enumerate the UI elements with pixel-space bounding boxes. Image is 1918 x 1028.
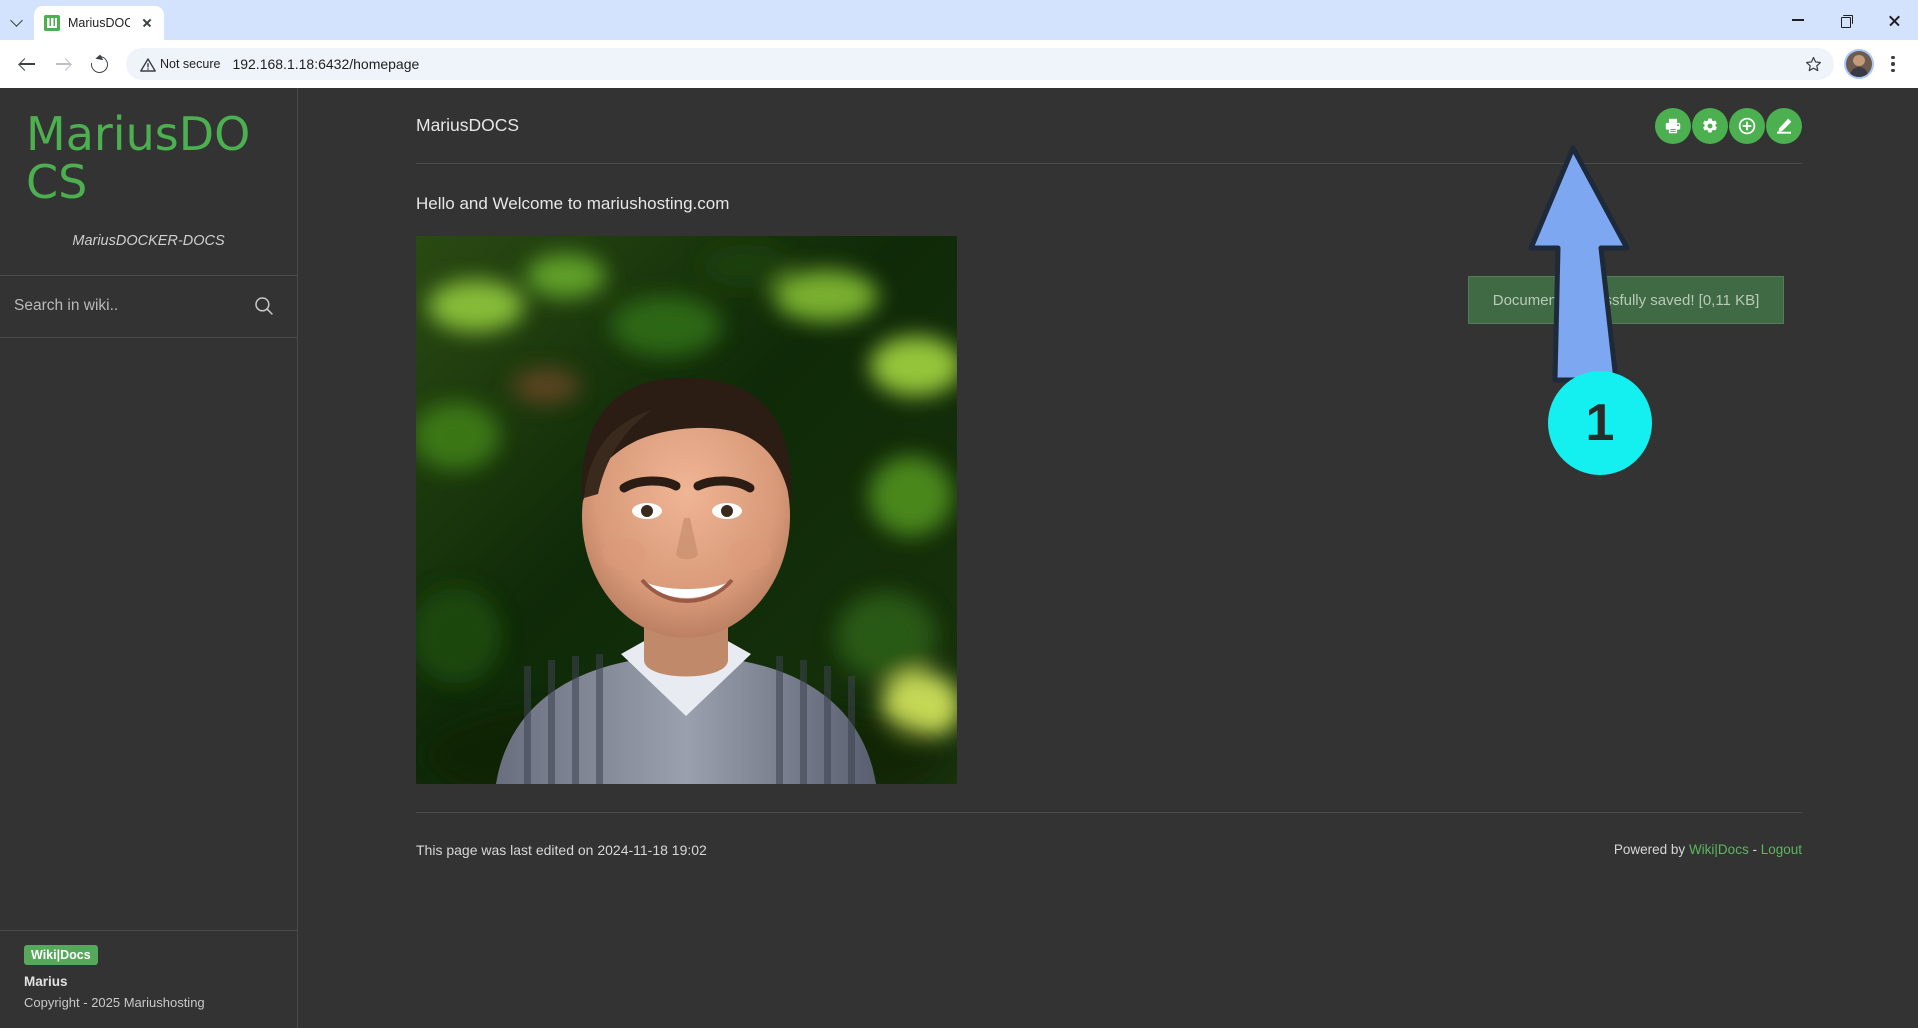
tab-title: MariusDOCS — [68, 16, 130, 30]
footer-separator: - — [1748, 842, 1761, 857]
browser-window: MariusDOCS Not secure 192.168.1.18:6432/… — [0, 0, 1918, 1028]
gear-icon — [1703, 117, 1717, 133]
sidebar-brand-block: MariusDOCS MariusDOCKER-DOCS — [0, 88, 297, 276]
settings-button[interactable] — [1692, 107, 1728, 144]
wikidocs-favicon — [44, 15, 60, 31]
plus-circle-icon — [1738, 117, 1756, 134]
star-icon — [1805, 56, 1821, 71]
document-paragraph: Hello and Welcome to mariushosting.com — [416, 194, 730, 213]
sidebar-footer: Wiki|Docs Marius Copyright - 2025 Marius… — [0, 930, 297, 1028]
print-button[interactable] — [1655, 107, 1691, 144]
forward-arrow-icon — [55, 56, 72, 73]
close-icon[interactable] — [138, 14, 156, 32]
minimize-icon — [1792, 19, 1804, 21]
tab-search-button[interactable] — [0, 0, 34, 40]
document-image — [416, 236, 957, 784]
document-footer: This page was last edited on 2024-11-18 … — [416, 812, 1802, 886]
close-window-button[interactable] — [1870, 0, 1918, 40]
sidebar-brand-title[interactable]: MariusDOCS — [26, 110, 271, 207]
page-title: MariusDOCS — [416, 115, 520, 135]
back-button[interactable] — [10, 47, 44, 81]
pencil-icon — [1776, 118, 1792, 134]
close-window-icon — [1888, 14, 1901, 27]
wiki-sidebar: MariusDOCS MariusDOCKER-DOCS Wiki|Docs M… — [0, 88, 298, 1028]
page-content: MariusDOCS MariusDOCKER-DOCS Wiki|Docs M… — [0, 88, 1918, 1028]
wikidocs-badge: Wiki|Docs — [24, 945, 98, 965]
bookmark-button[interactable] — [1798, 49, 1828, 79]
browser-titlebar: MariusDOCS — [0, 0, 1918, 40]
printer-icon — [1665, 118, 1681, 133]
logout-link[interactable]: Logout — [1761, 842, 1802, 857]
main-content: MariusDOCS Hello and Welcome to mariusho… — [298, 88, 1918, 1028]
edit-button[interactable] — [1766, 107, 1802, 144]
sidebar-nav-area — [0, 338, 297, 930]
sidebar-subtitle: MariusDOCKER-DOCS — [72, 232, 225, 249]
three-dots-menu-icon[interactable] — [1878, 47, 1908, 81]
reload-button[interactable] — [82, 47, 116, 81]
browser-toolbar: Not secure 192.168.1.18:6432/homepage — [0, 40, 1918, 88]
last-edited-text: This page was last edited on 2024-11-18 … — [416, 841, 707, 858]
add-button[interactable] — [1729, 107, 1765, 144]
document-header: MariusDOCS — [416, 88, 1802, 164]
profile-avatar[interactable] — [1846, 51, 1872, 77]
maximize-button[interactable] — [1822, 0, 1870, 40]
address-bar[interactable]: Not secure 192.168.1.18:6432/homepage — [126, 48, 1834, 80]
chevron-down-icon — [10, 13, 24, 27]
powered-by-prefix: Powered by — [1613, 842, 1689, 857]
wikidocs-link[interactable]: Wiki|Docs — [1689, 842, 1749, 857]
sidebar-footer-user: Marius — [24, 974, 68, 989]
window-controls — [1774, 0, 1918, 40]
toast-message: Document successfully saved! [0,11 KB] — [1492, 291, 1760, 309]
browser-tab[interactable]: MariusDOCS — [34, 6, 164, 40]
warning-triangle-icon — [140, 58, 156, 72]
reload-icon — [87, 52, 111, 76]
document-body: Hello and Welcome to mariushosting.com — [416, 164, 1802, 784]
security-status[interactable]: Not secure — [140, 57, 232, 72]
sidebar-footer-copyright: Copyright - 2025 Mariushosting — [24, 995, 205, 1010]
restore-icon — [1840, 14, 1853, 28]
search-input[interactable] — [14, 297, 253, 316]
save-toast: Document successfully saved! [0,11 KB] — [1468, 276, 1784, 324]
url-text[interactable]: 192.168.1.18:6432/homepage — [232, 56, 1798, 72]
sidebar-search-block — [0, 276, 297, 338]
main-inner: MariusDOCS Hello and Welcome to mariusho… — [298, 88, 1860, 886]
powered-by-text: Powered by Wiki|Docs - Logout — [1614, 842, 1802, 857]
minimize-button[interactable] — [1774, 0, 1822, 40]
back-arrow-icon — [19, 56, 36, 73]
document-action-bar — [1655, 107, 1802, 144]
security-label: Not secure — [160, 57, 221, 71]
forward-button[interactable] — [46, 47, 80, 81]
search-icon[interactable] — [253, 295, 275, 317]
